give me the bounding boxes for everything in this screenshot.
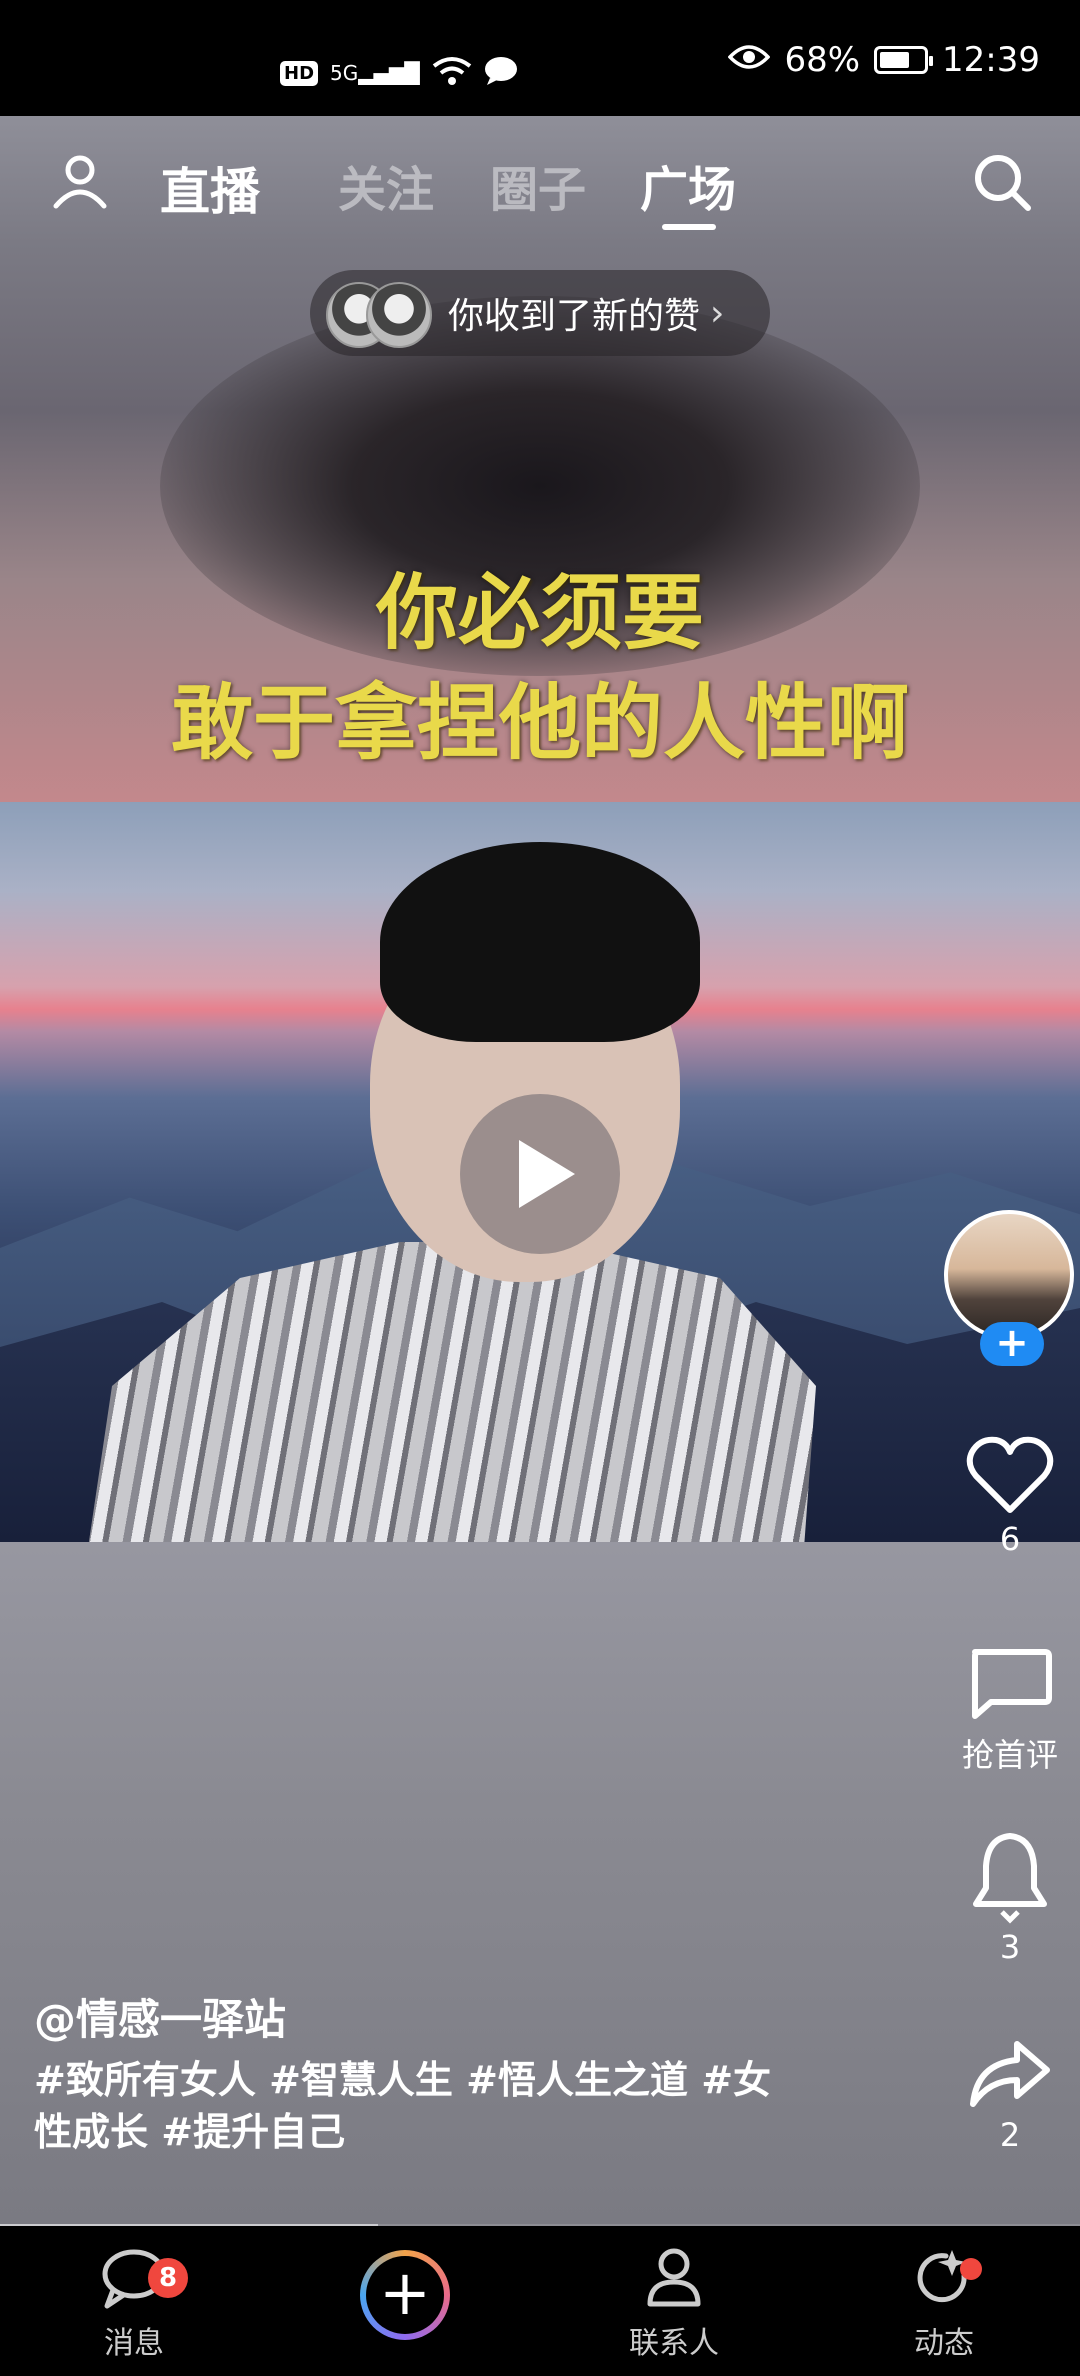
comment-label: 抢首评 [961,1736,1058,1774]
comment-icon [972,1649,1052,1719]
notification-avatars [326,278,432,348]
nav-contacts[interactable]: 联系人 [604,2246,744,2362]
battery-percent: 68% [784,40,861,80]
contacts-label: 联系人 [629,2326,719,2361]
share-count: 2 [999,2116,1021,2154]
share-button[interactable]: 2 [940,2036,1080,2154]
bell-icon [973,1833,1047,1924]
search-icon[interactable] [970,150,1034,214]
avatar [366,282,432,348]
wifi-icon [432,56,472,90]
nav-dynamics[interactable]: 动态 [874,2246,1014,2362]
tab-follow[interactable]: 关注 [338,150,434,220]
bottom-nav: 8 消息 + 联系人 动态 [0,2226,1080,2376]
messages-badge: 8 [148,2258,188,2298]
top-nav: 直播 关注 圈子 广场 [0,116,1080,266]
signal-5g-icon: 5G▂▄▆█ [330,61,420,85]
chevron-right-icon: › [710,292,725,334]
hashtags: #致所有女人 #智慧人生 #悟人生之道 #女 性成长 #提升自己 [34,2054,774,2158]
app-logo: 直播 [160,163,260,221]
dynamics-notification-dot [960,2258,982,2280]
like-button[interactable]: 6 [940,1436,1080,1558]
clock: 12:39 [942,40,1040,80]
active-tab-indicator [662,224,716,230]
create-button[interactable]: + [360,2250,450,2340]
dynamics-label: 动态 [914,2326,974,2361]
heart-icon [966,1436,1054,1513]
notification-text: 你收到了新的赞 [448,296,701,337]
nav-messages[interactable]: 8 消息 [64,2246,204,2362]
battery-fill [880,52,910,68]
share-arrow-icon [970,2041,1050,2107]
video-feed[interactable]: 你必须要 敢于拿捏他的人性啊 [0,116,1080,2226]
hd-icon: HD [280,60,319,86]
subtitle-line-2: 敢于拿捏他的人性啊 [170,676,909,771]
subtitle-line-1: 你必须要 [375,566,704,661]
hair [380,842,700,1042]
author-name[interactable]: @情感一驿站 [34,1986,286,2047]
messages-label: 消息 [104,2326,164,2361]
chat-bubble-icon [484,56,518,90]
follow-button[interactable]: + [980,1322,1044,1366]
tab-circle[interactable]: 圈子 [490,150,586,220]
hashtags-line-2[interactable]: 性成长 #提升自己 [34,2106,774,2158]
play-button[interactable] [460,1094,620,1254]
status-left: HD 5G▂▄▆█ [280,56,518,90]
plus-icon: + [366,2256,444,2334]
contacts-icon [647,2248,701,2307]
like-count: 6 [999,1520,1021,1558]
battery-icon [874,46,934,74]
hashtags-line-1[interactable]: #致所有女人 #智慧人生 #悟人生之道 #女 [34,2054,774,2106]
tab-square[interactable]: 广场 [640,150,736,220]
eye-icon [728,40,771,80]
bell-count: 3 [999,1928,1021,1966]
status-bar: HD 5G▂▄▆█ 68% 12:39 [0,0,1080,116]
like-notification[interactable]: 你收到了新的赞 › [310,270,770,356]
sequin-shirt [80,1242,816,1542]
network-type: 5G [330,61,359,85]
status-right: 68% 12:39 [728,40,1040,80]
bell-button[interactable]: 3 [940,1830,1080,1966]
profile-icon[interactable] [50,150,110,210]
comment-button[interactable]: 抢首评 [940,1646,1080,1776]
